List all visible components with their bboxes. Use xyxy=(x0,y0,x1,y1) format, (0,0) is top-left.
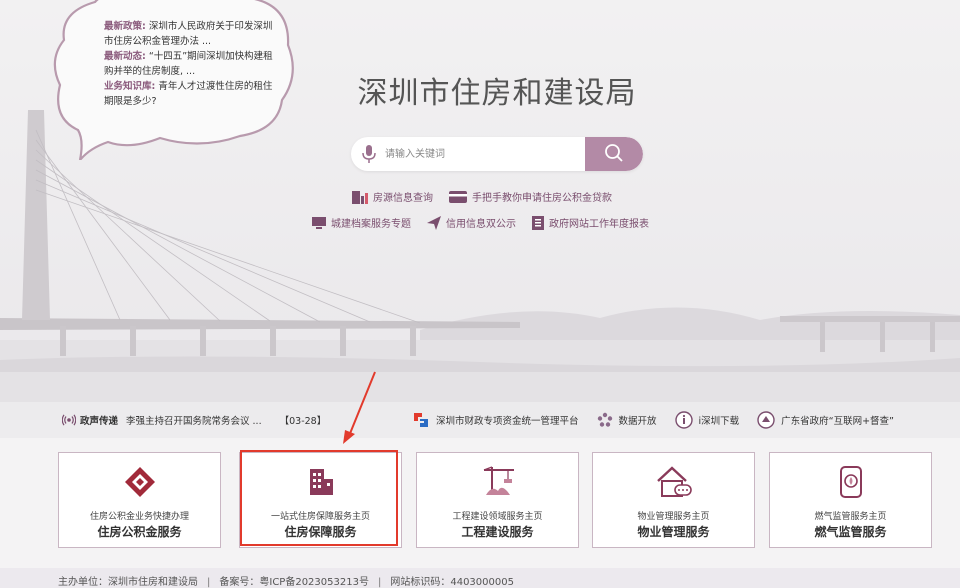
quick-links-row1: 房源信息查询 手把手教你申请住房公积金贷款 xyxy=(352,189,628,204)
card-housing-fund[interactable]: 住房公积金业务快捷办理 住房公积金服务 xyxy=(58,452,221,548)
broadcast-icon xyxy=(62,414,76,426)
credit-info-link[interactable]: 信用信息双公示 xyxy=(427,215,516,230)
news-item-policy[interactable]: 最新政策: 深圳市人民政府关于印发深圳市住房公积金管理办法 ... xyxy=(104,20,274,49)
footer-code: 网站标识码：4403000005 xyxy=(390,577,514,588)
fund-loan-guide-link[interactable]: 手把手教你申请住房公积金贷款 xyxy=(449,189,612,204)
card-icon xyxy=(449,190,467,203)
footer-icp[interactable]: 备案号：粤ICP备2023053213号 xyxy=(219,577,369,588)
gas-icon xyxy=(839,466,862,498)
crane-icon xyxy=(483,466,514,495)
search-button[interactable] xyxy=(585,137,643,171)
card-property[interactable]: 物业管理服务主页 物业管理服务 xyxy=(592,452,755,548)
news-label: 政声传递 xyxy=(80,416,119,427)
open-data-link[interactable]: 数据开放 xyxy=(597,412,657,428)
finance-platform-link[interactable]: 深圳市财政专项资金统一管理平台 xyxy=(412,411,579,429)
finance-logo-icon xyxy=(414,413,428,427)
document-icon xyxy=(532,215,544,230)
card-construction[interactable]: 工程建设领域服务主页 工程建设服务 xyxy=(416,452,579,548)
magnifier-icon xyxy=(605,143,623,162)
monitor-icon xyxy=(312,216,326,229)
urban-archive-link[interactable]: 城建档案服务专题 xyxy=(312,215,411,230)
annual-report-link[interactable]: 政府网站工作年度报表 xyxy=(532,215,649,230)
news-headline[interactable]: 李强主持召开国务院常务会议 ... xyxy=(126,413,262,427)
search-input[interactable] xyxy=(385,137,583,171)
news-date: 【03-28】 xyxy=(279,416,327,427)
highlight-box xyxy=(240,450,398,546)
housing-fund-icon xyxy=(124,467,155,497)
ishenzhen-icon xyxy=(674,411,693,429)
site-title: 深圳市住房和建设局 xyxy=(357,76,637,111)
red-arrow-icon xyxy=(343,371,376,444)
footer: 主办单位：深圳市住房和建设局 | 备案号：粤ICP备2023053213号 | 网站标识… xyxy=(0,568,960,588)
emblem-icon xyxy=(757,411,775,429)
house-chat-icon xyxy=(656,466,692,497)
quick-links-row2: 城建档案服务专题 信用信息双公示 政府网站工作年度报表 xyxy=(312,215,665,230)
paper-plane-icon xyxy=(427,215,441,230)
microphone-icon[interactable] xyxy=(361,144,377,164)
news-bar: 政声传递 李强主持召开国务院常务会议 ... 【03-28】 深圳市财政专项资金… xyxy=(0,402,960,438)
data-flower-icon xyxy=(597,412,612,427)
card-gas[interactable]: 燃气监管服务主页 燃气监管服务 xyxy=(769,452,932,548)
service-cards: 住房公积金业务快捷办理 住房公积金服务 一站式住房保障服务主页 住房保障服务 工… xyxy=(58,452,938,550)
ishenzhen-download-link[interactable]: i深圳下载 xyxy=(674,411,739,429)
house-info-query-link[interactable]: 房源信息查询 xyxy=(352,189,433,204)
building-chart-icon xyxy=(352,190,368,204)
gd-supervision-link[interactable]: 广东省政府“互联网+督查” xyxy=(757,411,894,429)
footer-host: 主办单位：深圳市住房和建设局 xyxy=(58,577,198,588)
search-bar xyxy=(351,137,643,171)
